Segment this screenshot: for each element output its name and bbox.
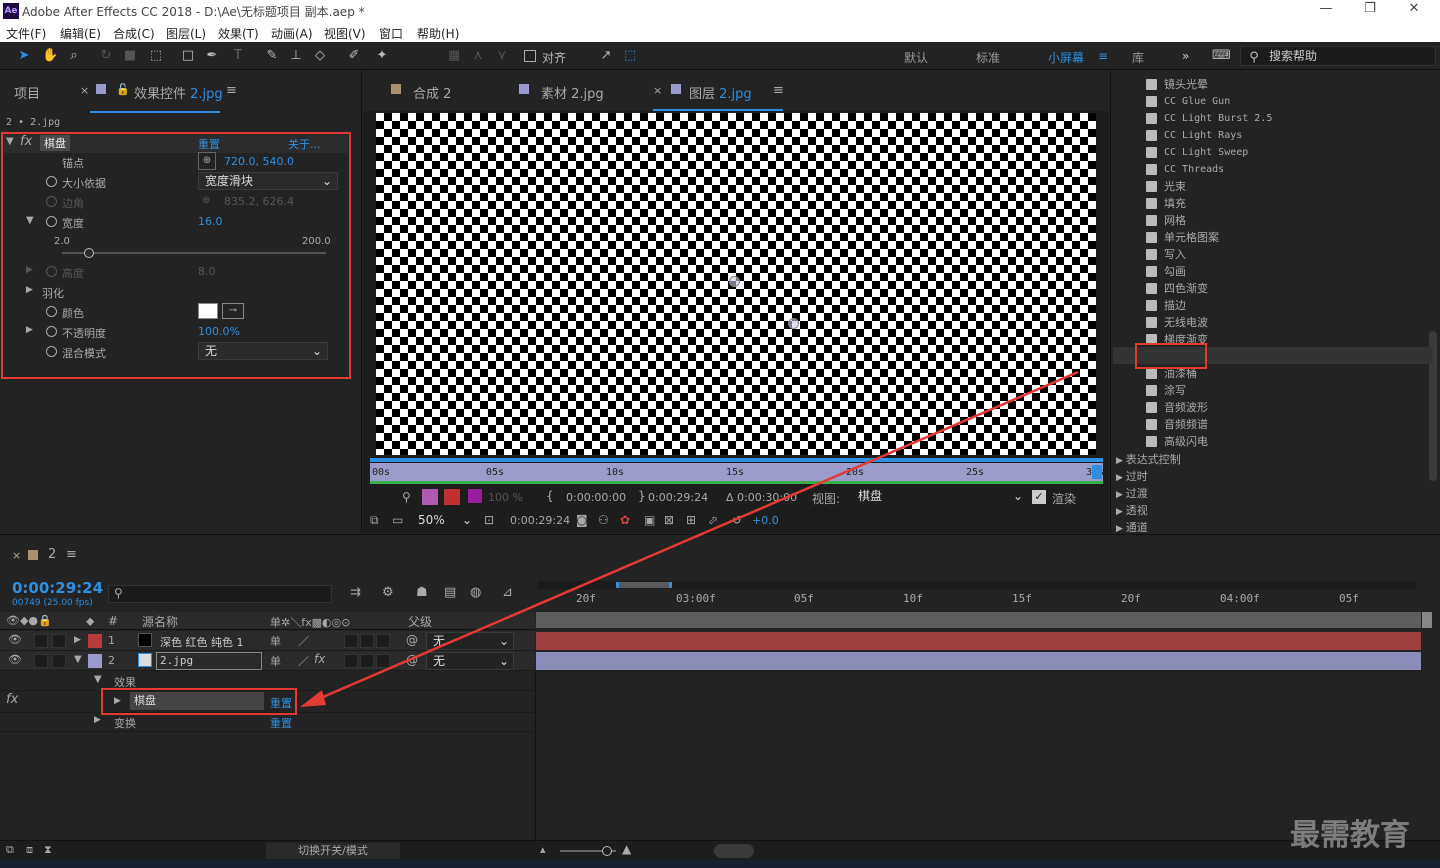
annotation-arrow: [300, 370, 1079, 707]
arrow-head: [300, 690, 326, 707]
watermark: 最需教育: [1290, 818, 1410, 853]
arrow-line: [315, 370, 1079, 702]
